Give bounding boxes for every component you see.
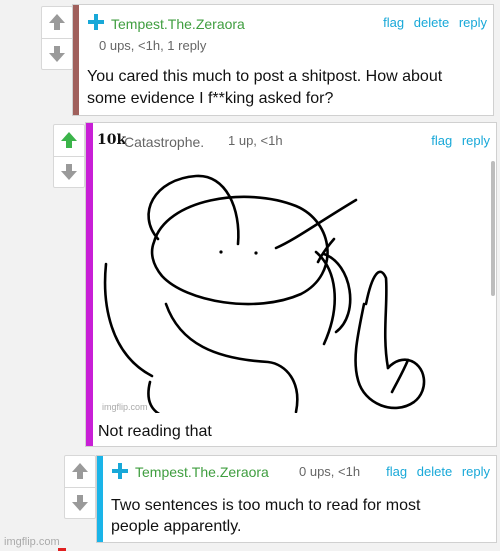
comment-actions: flag delete reply [380,464,490,479]
arrow-up-icon [61,132,77,148]
scrollbar-thumb[interactable] [491,161,495,296]
upvote-button[interactable] [54,125,84,155]
user-flair-icon [112,463,128,479]
arrow-down-icon [49,46,65,62]
comment-image[interactable]: imgflip.com [96,154,495,413]
comment-meta: 0 ups, <1h, 1 reply [99,38,207,53]
comment: Tempest.The.Zeraora flag delete reply 0 … [72,4,494,116]
comment: 10k Catastrophe. 1 up, <1h flag reply im… [85,122,497,447]
delete-link[interactable]: delete [417,464,452,479]
arrow-up-icon [49,14,65,30]
delete-link[interactable]: delete [414,15,449,30]
username-link[interactable]: Catastrophe. [124,134,204,150]
arrow-down-icon [72,495,88,511]
comment-text-line: Two sentences is too much to read for mo… [111,497,421,514]
comment-text-line: some evidence I f**king asked for? [87,90,334,107]
upvote-button[interactable] [42,7,72,37]
downvote-button[interactable] [65,487,95,518]
comment-thread-bar [73,5,79,115]
arrow-up-icon [72,463,88,479]
comment-thread-bar [97,456,103,542]
comment-thread-bar [86,123,93,446]
user-badge: 10k [97,132,127,148]
comment-actions: flag delete reply [377,15,487,30]
comment-meta: 1 up, <1h [228,133,283,148]
downvote-button[interactable] [54,156,84,187]
comment-text-line: people apparently. [111,518,242,535]
image-watermark: imgflip.com [102,402,148,412]
comment-text: Not reading that [98,423,212,440]
flag-link[interactable]: flag [383,15,404,30]
flag-link[interactable]: flag [431,133,452,148]
vote-box [53,124,85,188]
downvote-button[interactable] [42,38,72,69]
vote-box [41,6,73,70]
upvote-button[interactable] [65,456,95,486]
reply-link[interactable]: reply [462,133,490,148]
vote-box [64,455,96,519]
comment-meta: 0 ups, <1h [299,464,361,479]
comment-actions: flag reply [425,133,490,148]
doodle-drawing [103,174,426,413]
user-flair-icon [88,14,104,30]
reply-link[interactable]: reply [462,464,490,479]
username-link[interactable]: Tempest.The.Zeraora [111,16,245,32]
reply-link[interactable]: reply [459,15,487,30]
comment: Tempest.The.Zeraora 0 ups, <1h flag dele… [96,455,497,543]
page-watermark: imgflip.com [4,536,60,548]
flag-link[interactable]: flag [386,464,407,479]
comment-text-line: You cared this much to post a shitpost. … [87,68,443,85]
arrow-down-icon [61,164,77,180]
username-link[interactable]: Tempest.The.Zeraora [135,464,269,480]
